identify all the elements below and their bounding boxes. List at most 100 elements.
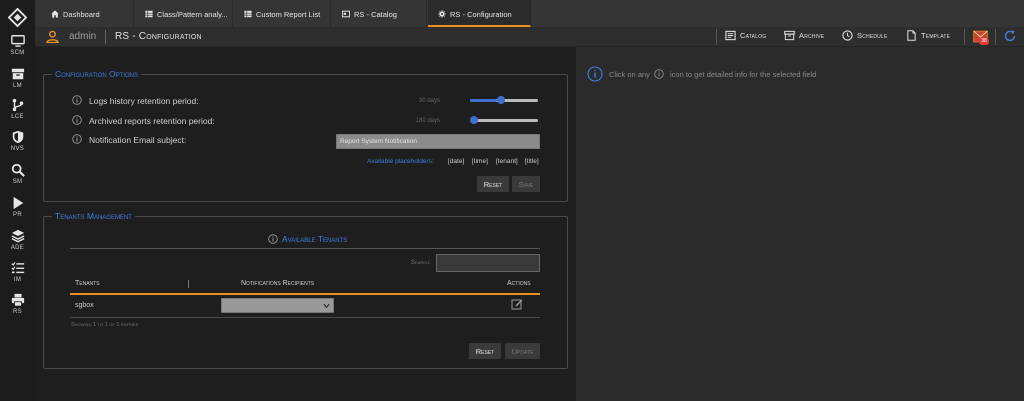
play-icon	[13, 196, 23, 210]
shield-icon	[12, 130, 23, 144]
email-subject-label: Notification Email subject:	[89, 135, 187, 145]
archive-button[interactable]: Archive	[784, 30, 824, 44]
archive-box-icon	[11, 68, 24, 80]
divider	[70, 317, 540, 318]
clock-icon	[842, 30, 853, 41]
logs-retention-value: 30 days	[418, 98, 440, 104]
sidebar-item-ade[interactable]: ADE	[0, 226, 35, 258]
column-header-recipients[interactable]: Notifications Recipients	[241, 280, 314, 287]
sidebar-item-nvs[interactable]: NVS	[0, 127, 35, 159]
card-icon	[341, 10, 351, 18]
logs-retention-slider[interactable]	[470, 96, 538, 104]
chevron-down-icon	[323, 303, 330, 309]
schedule-button[interactable]: Schedule	[842, 30, 888, 44]
slider-knob[interactable]	[470, 116, 478, 124]
config-save-button[interactable]: Save	[512, 176, 540, 192]
divider	[70, 248, 540, 249]
entries-info: Showing 1 to 1 of 1 entries	[71, 322, 139, 328]
gear-icon	[438, 10, 446, 18]
sidebar-item-rs[interactable]: RS	[0, 290, 35, 322]
catalog-label: Catalog	[740, 31, 767, 40]
column-divider	[188, 280, 189, 288]
placeholder-tag: [tenant]	[496, 158, 518, 165]
column-header-tenants[interactable]: Tenants	[75, 280, 100, 287]
tab-rs-configuration[interactable]: RS - Configuration	[428, 0, 531, 27]
info-icon[interactable]	[268, 234, 278, 244]
tab-rs-catalog[interactable]: RS - Catalog	[332, 0, 427, 27]
tenants-management-legend: Tenants Management	[52, 211, 135, 221]
configuration-options-legend: Configuration Options	[52, 69, 142, 79]
tab-custom-report-list[interactable]: Custom Report List	[234, 0, 331, 27]
page-header: admin RS - Configuration Catalog Archive…	[35, 27, 1024, 47]
email-subject-input[interactable]	[336, 134, 540, 149]
tab-label: Custom Report List	[256, 10, 321, 19]
refresh-icon[interactable]	[1004, 30, 1016, 42]
main-content: Configuration Options Logs history reten…	[35, 47, 1024, 401]
sidebar-item-scm[interactable]: SCM	[0, 31, 35, 63]
hint-text: icon to get detailed info for the select…	[670, 70, 817, 79]
tab-class-pattern[interactable]: Class/Pattern analy...	[135, 0, 233, 27]
sidebar-item-label: SM	[12, 179, 23, 185]
tab-dashboard[interactable]: Dashboard	[41, 0, 134, 27]
template-button[interactable]: Template	[906, 30, 950, 44]
info-icon[interactable]	[72, 95, 82, 105]
sidebar-item-im[interactable]: IM	[0, 258, 35, 290]
app-logo-icon[interactable]	[8, 8, 27, 27]
home-icon	[51, 10, 59, 18]
placeholder-tag: [time]	[472, 158, 488, 165]
logs-retention-label: Logs history retention period:	[89, 96, 199, 106]
sidebar-item-label: PR	[13, 212, 22, 218]
archived-retention-label: Archived reports retention period:	[89, 116, 215, 126]
edit-icon[interactable]	[511, 298, 523, 310]
header-divider	[995, 29, 996, 45]
sidebar-item-sm[interactable]: SM	[0, 160, 35, 192]
sidebar-item-label: NVS	[10, 146, 25, 152]
branch-icon	[12, 98, 23, 112]
tab-bar: Dashboard Class/Pattern analy... Custom …	[35, 0, 1024, 27]
sidebar-item-label: RS	[13, 309, 22, 315]
grid-icon	[145, 10, 153, 18]
monitor-icon	[10, 35, 25, 47]
search-icon	[11, 163, 25, 177]
schedule-label: Schedule	[857, 31, 888, 40]
sidebar-item-pr[interactable]: PR	[0, 193, 35, 225]
info-icon[interactable]	[72, 134, 82, 144]
sidebar-item-label: ADE	[10, 245, 25, 251]
info-icon[interactable]	[72, 115, 82, 125]
document-icon	[907, 30, 916, 41]
sidebar-item-lm[interactable]: LM	[0, 64, 35, 96]
placeholder-tag: [date]	[448, 158, 465, 165]
tab-label: RS - Catalog	[354, 10, 397, 19]
tenant-name-cell: sgbox	[75, 302, 94, 309]
user-icon[interactable]	[46, 30, 59, 43]
search-input[interactable]	[436, 254, 540, 272]
available-tenants-title: Available Tenants	[282, 234, 348, 244]
placeholders-label: Available placeholders:	[367, 158, 434, 165]
catalog-button[interactable]: Catalog	[725, 30, 766, 44]
tab-label: Dashboard	[63, 10, 100, 19]
config-panel: Configuration Options Logs history reten…	[35, 47, 576, 401]
slider-fill	[470, 99, 498, 102]
tenants-reset-button[interactable]: Reset	[469, 343, 501, 359]
placeholder-tag: [title]	[525, 158, 539, 165]
search-label: Search:	[411, 260, 431, 266]
catalog-icon	[725, 30, 736, 41]
info-icon	[587, 66, 603, 82]
archived-retention-slider[interactable]	[470, 116, 538, 124]
tab-label: RS - Configuration	[450, 10, 512, 19]
tenants-update-button[interactable]: Update	[505, 343, 540, 359]
config-reset-button[interactable]: Reset	[477, 176, 509, 192]
template-label: Template	[921, 31, 951, 40]
checklist-icon	[10, 261, 24, 274]
sidebar-item-lce[interactable]: LCE	[0, 95, 35, 127]
sidebar-item-label: IM	[13, 277, 22, 283]
page-title: RS - Configuration	[115, 31, 202, 42]
header-divider	[716, 29, 717, 45]
hint-text: Click on any	[609, 70, 650, 79]
grid-icon	[244, 10, 252, 18]
recipients-select[interactable]	[221, 298, 334, 313]
sidebar: SCM LM LCE NVS SM PR ADE IM RS	[0, 0, 35, 401]
header-divider	[105, 30, 106, 44]
archived-retention-value: 180 days	[415, 118, 440, 124]
tab-label: Class/Pattern analy...	[157, 10, 228, 19]
